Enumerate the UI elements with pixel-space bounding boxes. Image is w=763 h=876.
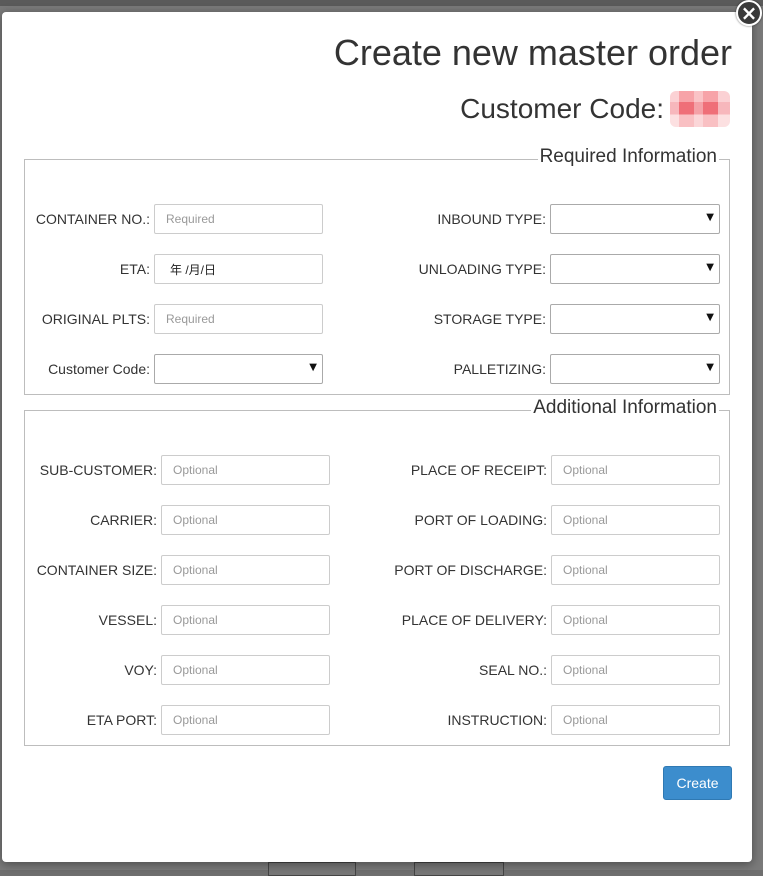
- voy-label: VOY:: [124, 662, 157, 678]
- inbound-type-row: INBOUND TYPE: ▼: [325, 204, 720, 234]
- inbound-type-label: INBOUND TYPE:: [437, 211, 546, 227]
- chevron-down-icon: ▼: [309, 362, 317, 373]
- container-no-row: CONTAINER NO.: Required: [25, 204, 323, 234]
- vessel-input[interactable]: Optional: [161, 605, 330, 635]
- place-of-delivery-label: PLACE OF DELIVERY:: [401, 612, 547, 628]
- customer-code-label: Customer Code:: [460, 93, 664, 124]
- unloading-type-label: UNLOADING TYPE:: [418, 261, 546, 277]
- instruction-label: INSTRUCTION:: [447, 712, 547, 728]
- container-size-label: CONTAINER SIZE:: [36, 562, 157, 578]
- place-of-receipt-input[interactable]: Optional: [551, 455, 720, 485]
- eta-port-label: ETA PORT:: [86, 712, 157, 728]
- carrier-input[interactable]: Optional: [161, 505, 330, 535]
- chevron-down-icon: ▼: [706, 262, 714, 273]
- port-of-discharge-input[interactable]: Optional: [551, 555, 720, 585]
- storage-type-select[interactable]: ▼: [550, 304, 720, 334]
- storage-type-label: STORAGE TYPE:: [433, 311, 546, 327]
- vessel-row: VESSEL: Optional: [25, 605, 330, 635]
- place-of-receipt-row: PLACE OF RECEIPT: Optional: [335, 455, 720, 485]
- instruction-input[interactable]: Optional: [551, 705, 720, 735]
- port-of-loading-row: PORT OF LOADING: Optional: [335, 505, 720, 535]
- eta-date-input[interactable]: 年 /月/日: [154, 254, 323, 284]
- required-information-section: Required Information CONTAINER NO.: Requ…: [24, 146, 730, 395]
- modal-title: Create new master order: [333, 32, 732, 73]
- additional-information-legend: Additional Information: [531, 397, 719, 419]
- create-button[interactable]: Create: [663, 766, 732, 800]
- container-size-input[interactable]: Optional: [161, 555, 330, 585]
- voy-input[interactable]: Optional: [161, 655, 330, 685]
- place-of-receipt-label: PLACE OF RECEIPT:: [410, 462, 547, 478]
- eta-port-row: ETA PORT: Optional: [25, 705, 330, 735]
- port-of-discharge-row: PORT OF DISCHARGE: Optional: [335, 555, 720, 585]
- seal-no-label: SEAL NO.:: [479, 662, 547, 678]
- required-information-legend: Required Information: [537, 146, 719, 168]
- container-size-row: CONTAINER SIZE: Optional: [25, 555, 330, 585]
- customer-code-row: Customer Code: ▼: [25, 354, 323, 384]
- port-of-loading-input[interactable]: Optional: [551, 505, 720, 535]
- customer-code-field-label: Customer Code:: [48, 361, 150, 377]
- port-of-loading-label: PORT OF LOADING:: [414, 512, 547, 528]
- eta-label: ETA:: [119, 261, 150, 277]
- additional-information-section: Additional Information SUB-CUSTOMER: Opt…: [24, 397, 730, 746]
- palletizing-label: PALLETIZING:: [453, 361, 546, 377]
- background-button: [414, 862, 504, 876]
- palletizing-select[interactable]: ▼: [550, 354, 720, 384]
- carrier-row: CARRIER: Optional: [25, 505, 330, 535]
- port-of-discharge-label: PORT OF DISCHARGE:: [394, 562, 547, 578]
- eta-row: ETA: 年 /月/日: [25, 254, 323, 284]
- container-no-input[interactable]: Required: [154, 204, 323, 234]
- chevron-down-icon: ▼: [706, 362, 714, 373]
- place-of-delivery-row: PLACE OF DELIVERY: Optional: [335, 605, 720, 635]
- original-plts-row: ORIGINAL PLTS: Required: [25, 304, 323, 334]
- voy-row: VOY: Optional: [25, 655, 330, 685]
- background-button: [268, 862, 356, 876]
- inbound-type-select[interactable]: ▼: [550, 204, 720, 234]
- vessel-label: VESSEL:: [98, 612, 157, 628]
- background-header: [0, 0, 763, 6]
- original-plts-label: ORIGINAL PLTS:: [41, 311, 150, 327]
- instruction-row: INSTRUCTION: Optional: [335, 705, 720, 735]
- chevron-down-icon: ▼: [706, 212, 714, 223]
- redacted-customer-code: [670, 91, 730, 127]
- palletizing-row: PALLETIZING: ▼: [325, 354, 720, 384]
- customer-code-select[interactable]: ▼: [154, 354, 323, 384]
- create-master-order-modal: Create new master order Customer Code: R…: [2, 12, 752, 862]
- place-of-delivery-input[interactable]: Optional: [551, 605, 720, 635]
- sub-customer-label: SUB-CUSTOMER:: [39, 462, 157, 478]
- chevron-down-icon: ▼: [706, 312, 714, 323]
- close-icon[interactable]: ×: [736, 0, 762, 26]
- unloading-type-select[interactable]: ▼: [550, 254, 720, 284]
- carrier-label: CARRIER:: [90, 512, 157, 528]
- seal-no-row: SEAL NO.: Optional: [335, 655, 720, 685]
- container-no-label: CONTAINER NO.:: [35, 211, 150, 227]
- customer-code-header: Customer Code:: [460, 89, 730, 129]
- seal-no-input[interactable]: Optional: [551, 655, 720, 685]
- unloading-type-row: UNLOADING TYPE: ▼: [325, 254, 720, 284]
- sub-customer-row: SUB-CUSTOMER: Optional: [25, 455, 330, 485]
- sub-customer-input[interactable]: Optional: [161, 455, 330, 485]
- storage-type-row: STORAGE TYPE: ▼: [325, 304, 720, 334]
- original-plts-input[interactable]: Required: [154, 304, 323, 334]
- eta-port-input[interactable]: Optional: [161, 705, 330, 735]
